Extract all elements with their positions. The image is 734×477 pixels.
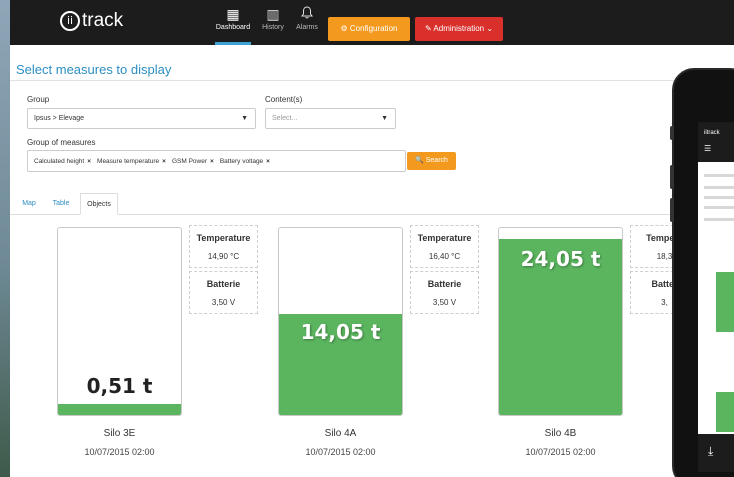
silo-gauge[interactable]: 0,51 t [57,227,182,416]
phone-volume-down [670,198,674,222]
bell-icon [296,4,318,24]
view-tabs: Map Table Objects [10,193,734,215]
bar-chart-icon: ▥ [266,6,280,22]
tab-table[interactable]: Table [48,193,74,215]
nav-alarms-label: Alarms [296,24,318,31]
title-divider [10,80,734,81]
download-icon[interactable]: ⤓ [708,444,713,459]
logo-mark: ii [60,11,80,31]
tab-objects[interactable]: Objects [80,193,118,215]
measure-tag-label: Measure temperature [97,157,160,165]
measure-name: Temperature [196,233,251,243]
phone-text-line [704,196,734,199]
measures-multiselect[interactable]: Calculated height × Measure temperature × … [27,150,406,172]
measure-value: 3,50 V [211,298,236,307]
phone-topbar: iitrack ☰ [698,122,734,162]
configuration-button[interactable]: ⚙ Configuration [328,17,410,41]
group-select[interactable]: Ipsus > Elevage ▼ [27,108,256,129]
silo-name: Silo 3E [103,428,136,439]
nav-history[interactable]: ▥ History [261,4,285,45]
phone-screen: iitrack ☰ ⤓ [698,122,734,472]
silo-timestamp: 10/07/2015 02:00 [305,447,376,457]
remove-tag-icon[interactable]: × [210,158,214,165]
measure-tag[interactable]: Calculated height × [34,158,91,165]
measure-tag-label: Calculated height [34,157,85,165]
measure-card: Batterie 3,50 V [189,271,258,314]
top-navbar: ii track ▦ Dashboard ▥ History Alarms ⚙ … [10,0,734,45]
smartphone: iitrack ☰ ⤓ [670,68,734,477]
measure-name: Temperature [417,233,472,243]
phone-logo: iitrack [704,130,720,136]
nav-history-label: History [262,24,284,31]
silo-timestamp: 10/07/2015 02:00 [525,447,596,457]
page-title: Select measures to display [16,62,172,77]
measure-name: Batterie [206,279,241,289]
phone-mute-switch [670,126,674,140]
caret-down-icon: ▼ [381,115,388,122]
measure-tag[interactable]: Measure temperature × [97,158,166,165]
remove-tag-icon[interactable]: × [266,158,270,165]
measure-tag-label: GSM Power [171,157,208,165]
measure-value: 3,50 V [432,298,457,307]
silo-name: Silo 4A [324,428,357,439]
nav-dashboard-label: Dashboard [215,24,251,31]
phone-bottom-bar: ⤓ [698,434,734,472]
phone-text-line [704,206,734,209]
measure-name: Batterie [427,279,462,289]
group-label: Group [27,95,50,104]
remove-tag-icon[interactable]: × [87,158,91,165]
measure-card: Batterie 3,50 V [410,271,479,314]
silo-gauge[interactable]: 14,05 t [278,227,403,416]
search-button[interactable]: 🔍 Search [407,152,456,170]
silo-weight: 0,51 t [86,374,153,398]
nav-alarms[interactable]: Alarms [296,4,318,45]
phone-text-line [704,218,734,221]
tab-map[interactable]: Map [18,193,40,215]
group-select-value: Ipsus > Elevage [34,115,85,122]
silo-timestamp: 10/07/2015 02:00 [84,447,155,457]
phone-silo-fill [716,392,734,432]
menu-icon[interactable]: ☰ [704,144,711,153]
measure-tag[interactable]: GSM Power × [172,158,214,165]
measure-tag[interactable]: Battery voltage × [220,158,270,165]
measure-card: Temperature 14,90 °C [189,225,258,268]
measure-value: 14,90 °C [207,252,240,261]
silo-fill-level [58,403,181,415]
contents-select[interactable]: Select... ▼ [265,108,396,129]
measures-label: Group of measures [27,138,96,147]
logo-text: track [82,10,124,31]
silo-weight: 24,05 t [520,247,601,271]
phone-text-line [704,174,734,177]
remove-tag-icon[interactable]: × [162,158,166,165]
silo-weight: 14,05 t [300,320,381,344]
app-logo[interactable]: ii track [60,10,123,32]
measure-value: 16,40 °C [428,252,461,261]
phone-silo-fill [716,272,734,332]
administration-dropdown[interactable]: ✎ Administration ⌄ [415,17,503,41]
nav-dashboard[interactable]: ▦ Dashboard [215,4,251,45]
silo-name: Silo 4B [544,428,577,439]
silo-gauge[interactable]: 24,05 t [498,227,623,416]
contents-select-placeholder: Select... [272,115,298,122]
contents-label: Content(s) [265,95,303,104]
phone-text-line [704,186,734,189]
measure-tag-label: Battery voltage [219,157,264,165]
caret-down-icon: ▼ [241,115,248,122]
measure-card: Temperature 16,40 °C [410,225,479,268]
grid-icon: ▦ [226,6,240,22]
phone-volume-up [670,165,674,189]
app-screen: ii track ▦ Dashboard ▥ History Alarms ⚙ … [10,0,734,477]
